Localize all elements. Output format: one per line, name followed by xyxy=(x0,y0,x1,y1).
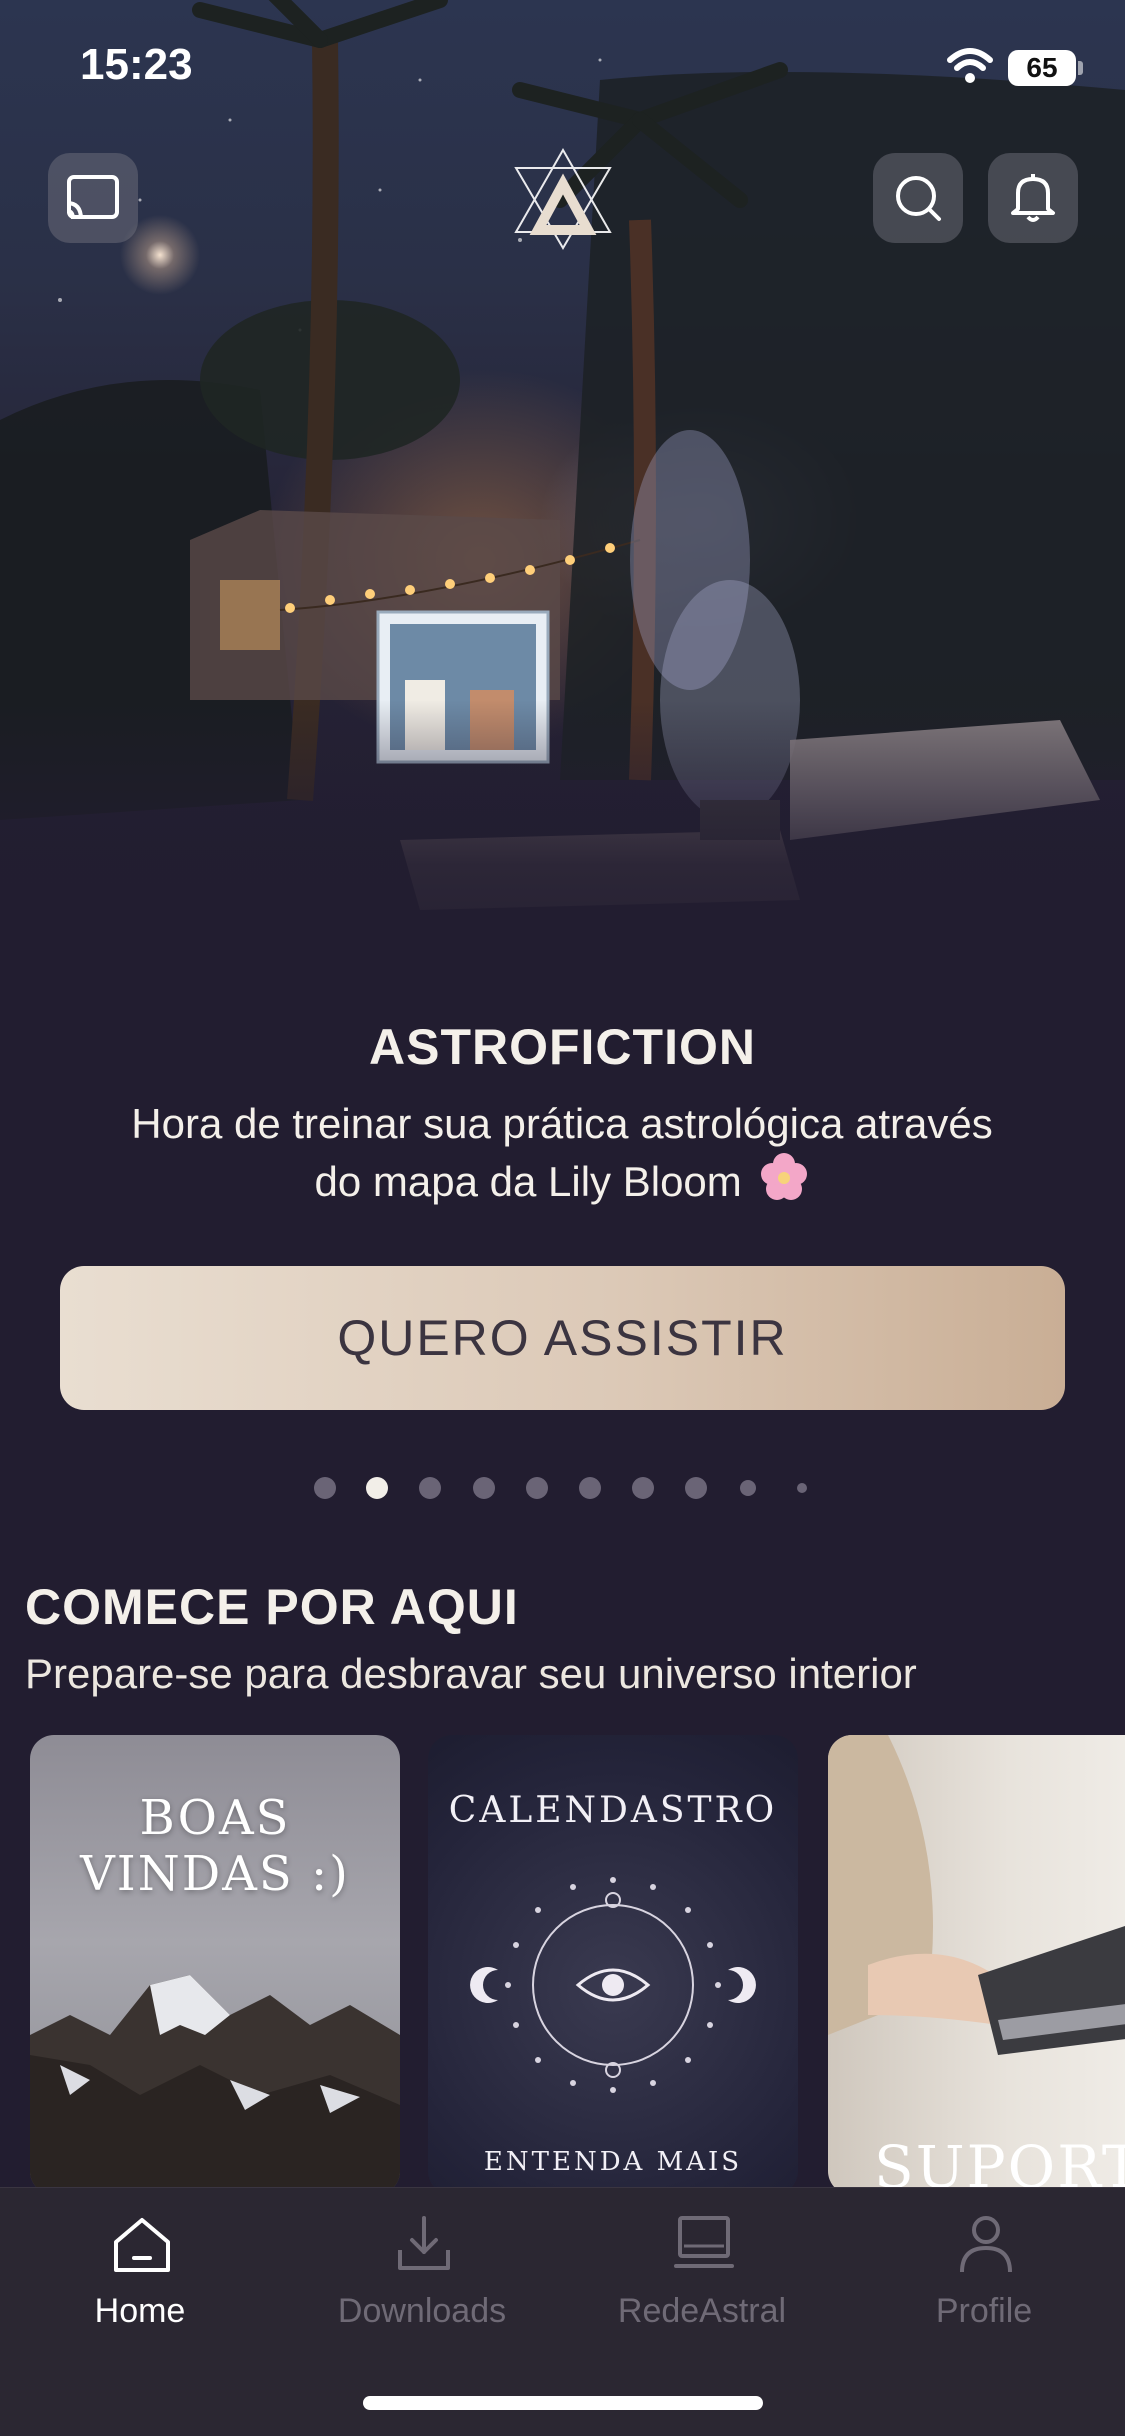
hero-fade-overlay xyxy=(0,700,1125,1000)
cast-icon xyxy=(66,175,119,220)
astral-triangle-logo-icon[interactable] xyxy=(508,144,618,254)
app-screen: 15:23 65 ASTROFICTION Hora de treinar su… xyxy=(0,0,1125,2436)
calendastro-card-title: CALENDASTRO xyxy=(448,1790,778,1831)
download-icon xyxy=(398,2216,450,2270)
laptop-icon xyxy=(674,2216,734,2268)
pagination-dot-active[interactable] xyxy=(366,1477,388,1499)
tab-redeastral-label: RedeAstral xyxy=(617,2292,787,2330)
notifications-button[interactable] xyxy=(988,153,1078,243)
hero-subtitle-text: Hora de treinar sua prática astrológica … xyxy=(131,1100,993,1205)
pagination-dot[interactable] xyxy=(419,1477,441,1499)
calendastro-card[interactable]: CALENDASTRO ENTENDA MAIS xyxy=(428,1735,798,2195)
welcome-card[interactable]: BOAS VINDAS :) xyxy=(30,1735,400,2195)
cherry-blossom-icon xyxy=(761,1153,808,1200)
pagination-dot[interactable] xyxy=(632,1477,654,1499)
watch-now-button[interactable]: QUERO ASSISTIR xyxy=(60,1266,1065,1410)
support-card-title: SUPORTE xyxy=(874,2133,1125,2195)
calendastro-card-subtitle: ENTENDA MAIS xyxy=(483,2147,743,2177)
tab-downloads[interactable]: Downloads xyxy=(282,2188,562,2358)
tab-home-label: Home xyxy=(94,2292,186,2330)
tab-home[interactable]: Home xyxy=(0,2188,280,2358)
pagination-dot[interactable] xyxy=(579,1477,601,1499)
hero-subtitle: Hora de treinar sua prática astrológica … xyxy=(112,1096,1012,1210)
battery-icon: 65 xyxy=(1008,50,1076,86)
pagination-dot[interactable] xyxy=(685,1477,707,1499)
wifi-icon xyxy=(947,48,993,83)
section-subtitle: Prepare-se para desbravar seu universo i… xyxy=(25,1650,917,1697)
status-time: 15:23 xyxy=(80,40,193,89)
laptop-photo xyxy=(828,1735,1125,2055)
tab-redeastral[interactable]: RedeAstral xyxy=(562,2188,842,2358)
search-button[interactable] xyxy=(873,153,963,243)
home-indicator[interactable] xyxy=(363,2396,763,2410)
person-icon xyxy=(960,2216,1012,2273)
tab-profile[interactable]: Profile xyxy=(844,2188,1124,2358)
pagination-dot[interactable] xyxy=(740,1480,756,1496)
cast-button[interactable] xyxy=(48,153,138,243)
hero-title: ASTROFICTION xyxy=(369,1019,756,1075)
tab-downloads-label: Downloads xyxy=(337,2292,507,2330)
home-icon xyxy=(114,2218,170,2272)
section-title: COMECE POR AQUI xyxy=(25,1579,519,1635)
tab-profile-label: Profile xyxy=(935,2292,1033,2330)
pagination-dot[interactable] xyxy=(314,1477,336,1499)
pagination-dot[interactable] xyxy=(526,1477,548,1499)
search-icon xyxy=(896,176,941,221)
carousel-pagination[interactable] xyxy=(0,1472,1125,1502)
status-bar: 15:23 65 xyxy=(0,0,1125,135)
battery-tip xyxy=(1078,61,1083,75)
pagination-dot[interactable] xyxy=(797,1483,807,1493)
pagination-dot[interactable] xyxy=(473,1477,495,1499)
bell-icon xyxy=(1011,174,1055,222)
welcome-card-title: BOAS VINDAS :) xyxy=(80,1790,350,1902)
support-card[interactable]: SUPORTE xyxy=(828,1735,1125,2195)
